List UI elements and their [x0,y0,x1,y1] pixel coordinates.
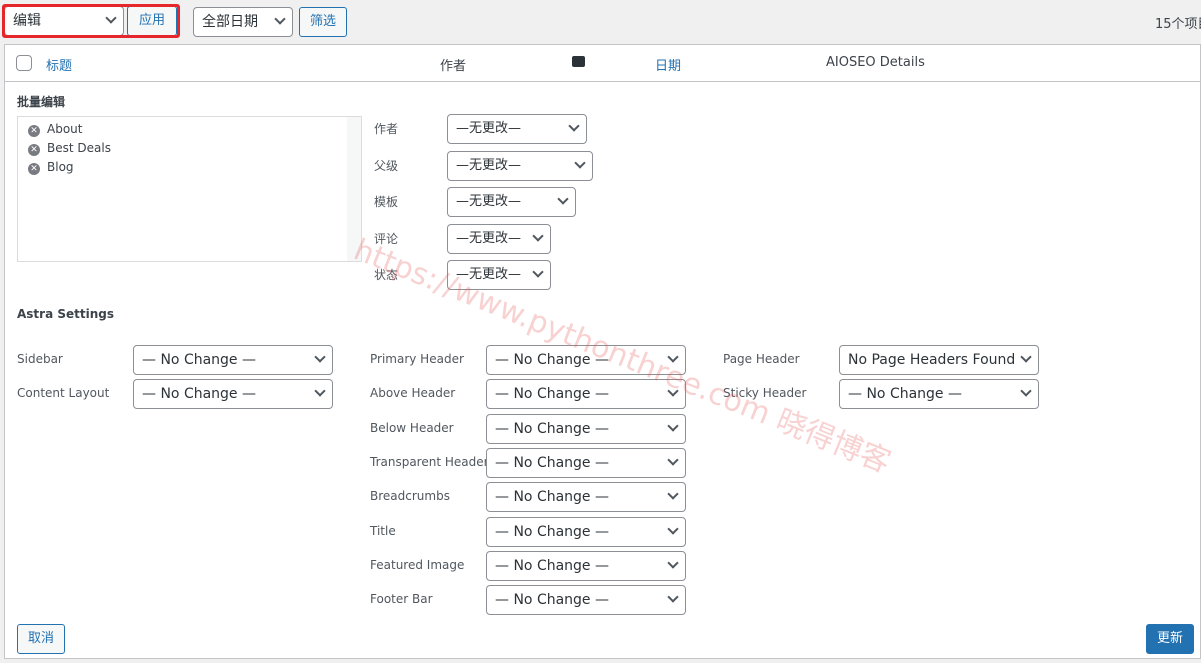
astra-field-label: Breadcrumbs [370,489,450,504]
select-value: — No Change — [848,386,962,403]
list-item: ✕ About [28,122,82,137]
chevron-down-icon [274,13,286,25]
chevron-down-icon [667,419,679,432]
remove-icon[interactable]: ✕ [28,144,40,156]
column-date[interactable]: 日期 [655,55,681,74]
chevron-down-icon [532,229,544,242]
post-title: About [47,122,83,136]
select-value: — No Change — [495,454,609,471]
cancel-button[interactable]: 取消 [17,624,65,654]
bulk-field-select[interactable]: —无更改— [447,150,593,181]
astra-field-label: Page Header [723,352,800,366]
date-filter-select[interactable]: 全部日期 [193,7,293,37]
remove-icon[interactable]: ✕ [28,125,40,137]
select-value: — No Change — [495,557,609,574]
bulk-field-select[interactable]: —无更改— [447,114,587,144]
astra-field-label: Below Header [370,420,454,435]
chevron-down-icon [574,156,586,169]
astra-field-select[interactable]: — No Change — [486,447,686,478]
chevron-down-icon [667,522,679,535]
astra-field-label: Featured Image [370,557,465,572]
comment-bubble-icon[interactable] [572,56,585,67]
select-value: — No Change — [495,420,609,437]
astra-field-label: Above Header [370,386,456,401]
select-value: —无更改— [456,230,522,246]
column-title[interactable]: 标题 [46,55,72,74]
list-item: ✕ Blog [28,160,74,175]
chevron-down-icon [1020,385,1032,397]
remove-icon[interactable]: ✕ [28,163,40,175]
astra-field-label: Footer Bar [370,592,433,607]
update-button[interactable]: 更新 [1146,624,1194,654]
selected-posts-list[interactable]: ✕ About ✕ Best Deals ✕ Blog [17,116,362,262]
chevron-down-icon [667,591,679,603]
astra-field-select[interactable]: — No Change — [486,550,686,581]
select-value: —无更改— [456,121,522,136]
select-value: —无更改— [456,194,522,209]
astra-field-label: Content Layout [17,386,110,401]
select-value: No Page Headers Found [848,352,1016,368]
list-item: ✕ Best Deals [28,141,111,156]
date-filter-value: 全部日期 [202,14,258,30]
chevron-down-icon [667,454,679,466]
field-label: 作者 [374,122,399,136]
post-title: Best Deals [47,141,111,155]
chevron-down-icon [557,193,569,205]
chevron-down-icon [314,351,326,363]
column-aioseo: AIOSEO Details [826,55,925,70]
column-author: 作者 [440,59,467,74]
bulk-edit-panel: 标题 作者 日期 AIOSEO Details 批量编辑 ✕ About ✕ Best… [4,44,1201,659]
chevron-down-icon [667,488,679,500]
select-value: —无更改— [456,157,522,173]
filter-button[interactable]: 筛选 [299,7,347,37]
select-value: — No Change — [142,386,256,403]
select-value: — No Change — [495,386,609,403]
chevron-down-icon [314,385,326,397]
astra-settings-heading: Astra Settings [17,307,115,321]
astra-field-label: Transparent Header [370,454,489,469]
astra-field-label: Primary Header [370,352,464,366]
select-value: — No Change — [142,352,256,368]
highlight-box [2,4,180,38]
astra-field-label: Title [370,523,396,538]
select-value: — No Change — [495,523,609,540]
bulk-field-select[interactable]: —无更改— [447,187,576,217]
astra-field-select[interactable]: — No Change — [133,379,333,410]
post-title: Blog [47,160,74,174]
astra-field-select[interactable]: — No Change — [486,516,686,547]
astra-field-select[interactable]: — No Change — [486,482,686,513]
item-count: 15个项目 [1155,17,1201,32]
select-all-checkbox[interactable] [16,55,32,71]
chevron-down-icon [532,266,544,278]
astra-field-select[interactable]: — No Change — [486,413,686,444]
astra-field-select[interactable]: No Page Headers Found [839,345,1039,375]
chevron-down-icon [568,120,580,132]
select-value: — No Change — [495,489,609,506]
select-value: — No Change — [495,592,609,609]
table-header: 标题 作者 日期 AIOSEO Details [5,45,1200,82]
bulk-field-select[interactable]: —无更改— [447,223,551,254]
field-label: 父级 [374,158,399,173]
field-label: 模板 [374,195,399,209]
chevron-down-icon [1020,351,1032,363]
chevron-down-icon [667,557,679,569]
astra-field-select[interactable]: — No Change — [839,379,1039,410]
bulk-edit-heading: 批量编辑 [17,95,66,109]
astra-field-select[interactable]: — No Change — [486,585,686,616]
astra-field-select[interactable]: — No Change — [133,345,333,375]
astra-field-label: Sidebar [17,352,63,366]
